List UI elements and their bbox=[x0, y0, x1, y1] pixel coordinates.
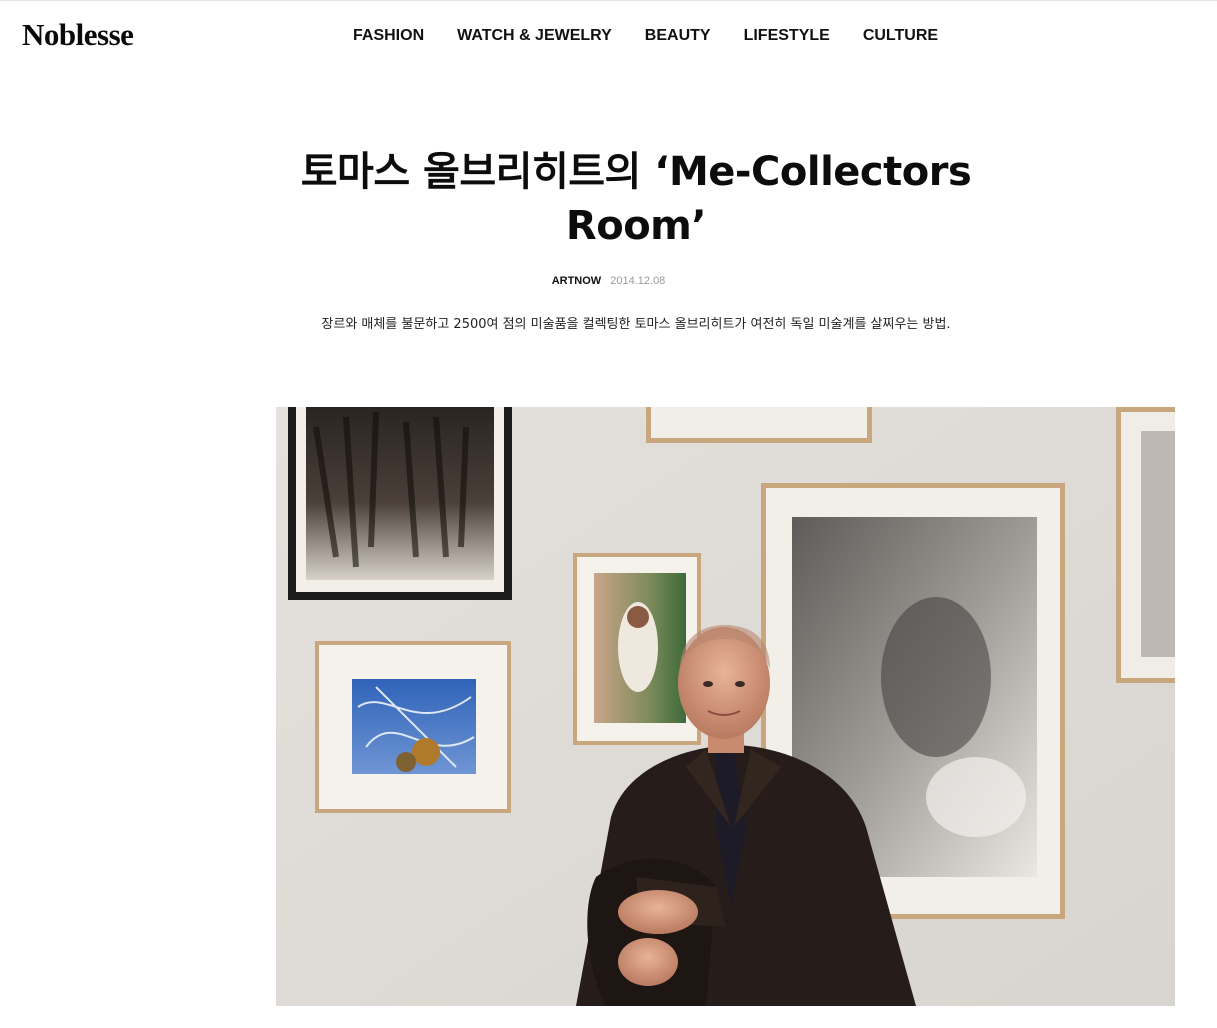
article-category[interactable]: ARTNOW bbox=[552, 275, 602, 287]
article-summary: 장르와 매체를 불문하고 2500여 점의 미술품을 컬렉팅한 토마스 올브리히… bbox=[321, 317, 951, 332]
article-date: 2014.12.08 bbox=[610, 275, 666, 287]
hero-photo-illustration bbox=[276, 407, 1175, 1006]
site-header: Noblesse FASHION WATCH & JEWELRY BEAUTY … bbox=[0, 1, 1217, 73]
nav-culture[interactable]: CULTURE bbox=[863, 27, 938, 45]
site-logo[interactable]: Noblesse bbox=[22, 17, 134, 53]
nav-watch-jewelry[interactable]: WATCH & JEWELRY bbox=[457, 27, 612, 45]
article-title: 토마스 올브리히트의 ‘Me-Collectors Room’ bbox=[300, 149, 972, 249]
article-meta: ARTNOW 2014.12.08 bbox=[0, 275, 1217, 287]
nav-lifestyle[interactable]: LIFESTYLE bbox=[744, 27, 830, 45]
main-nav: FASHION WATCH & JEWELRY BEAUTY LIFESTYLE… bbox=[353, 27, 971, 45]
nav-fashion[interactable]: FASHION bbox=[353, 27, 424, 45]
nav-beauty[interactable]: BEAUTY bbox=[645, 27, 711, 45]
article-hero-image bbox=[276, 407, 1175, 1006]
